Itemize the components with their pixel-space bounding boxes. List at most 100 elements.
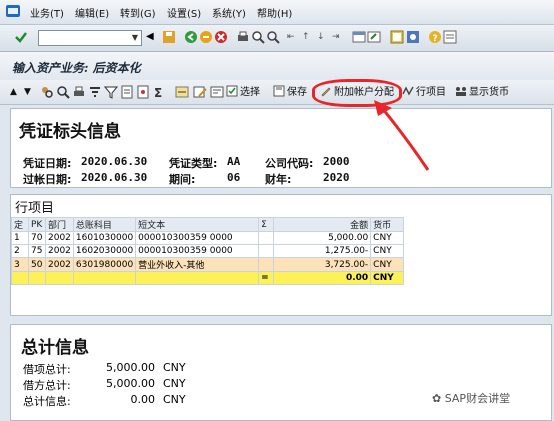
table-row-selected[interactable]: 3 50 2002 6301980000 营业外收入-其他 3,725.00- … (11, 257, 405, 272)
title-bar: 输入资产业务: 后资本化 (0, 52, 554, 80)
save-disk-icon[interactable] (162, 30, 176, 44)
enter-check-icon[interactable] (14, 30, 28, 44)
company-code-label: 公司代码: (265, 157, 314, 170)
document-icon[interactable] (120, 85, 134, 99)
shortcut-icon[interactable] (367, 30, 381, 44)
menu-item-settings[interactable]: 设置(S) (167, 5, 201, 20)
fiscal-year-label: 财年: (265, 173, 292, 186)
menu-item-goto[interactable]: 转到(G) (120, 5, 156, 20)
layout-icon[interactable] (390, 30, 404, 44)
credit-total-value: 5,000.00 (106, 377, 155, 390)
options-icon[interactable] (443, 30, 457, 44)
period-value[interactable]: 06 (227, 171, 240, 184)
col-header-amount[interactable]: 金额 (273, 217, 372, 232)
cell-empty (11, 271, 29, 285)
menu-item-edit[interactable]: 编辑(E) (75, 5, 109, 20)
save-button[interactable]: 保存 (273, 85, 307, 99)
new-session-icon[interactable] (352, 30, 366, 44)
credit-total-currency: CNY (163, 377, 186, 390)
cell-sigma (258, 257, 275, 272)
table-row[interactable]: 2 75 2002 1602030000 000010300359 0000 1… (11, 244, 405, 258)
cell-text: 营业外收入-其他 (135, 257, 260, 272)
edit-icon[interactable] (193, 85, 207, 99)
total-info-currency: CNY (163, 393, 186, 406)
sort-icon[interactable] (88, 85, 102, 99)
watermark: ✿ SAP财会讲堂 (432, 390, 510, 406)
cell-amount: 5,000.00 (273, 231, 372, 245)
cell-empty (135, 271, 260, 285)
next-page-icon[interactable]: ↓ (317, 30, 331, 44)
cell-empty (72, 271, 137, 285)
display-currency-button[interactable]: 显示货币 (455, 85, 509, 99)
customize-icon[interactable] (406, 30, 420, 44)
cell-dept: 2002 (45, 257, 74, 272)
total-sigma: = (258, 271, 275, 285)
totals-panel: 总计信息 借项总计: 5,000.00 CNY 借方总计: 5,000.00 C… (10, 324, 552, 421)
cell-sigma (258, 231, 275, 245)
col-header-currency[interactable]: 货币 (370, 217, 405, 232)
back-icon[interactable] (184, 30, 198, 44)
filter-search-icon[interactable] (56, 85, 70, 99)
last-page-icon[interactable]: ⇥ (332, 30, 346, 44)
back-arrow-icon[interactable]: ◀ (146, 30, 160, 44)
display-icon[interactable] (210, 85, 224, 99)
annotation-arrow-icon (374, 100, 430, 171)
cell-dept: 2002 (45, 231, 74, 245)
find-next-icon[interactable] (266, 30, 280, 44)
debit-total-value: 5,000.00 (106, 361, 155, 374)
debit-total-label: 借项总计: (23, 363, 71, 376)
exit-icon[interactable] (199, 30, 213, 44)
standard-toolbar: ▼ ◀ ⇤ ↑ ↓ ⇥ ? (0, 25, 554, 52)
line-items-table: 定 PK 部门 总账科目 短文本 Σ 金额 货币 1 70 2002 16010… (11, 217, 405, 285)
fiscal-year-value[interactable]: 2020 (323, 171, 350, 184)
sum-icon[interactable]: Σ (152, 85, 166, 99)
period-label: 期间: (169, 173, 196, 186)
print-preview-icon[interactable] (72, 85, 86, 99)
col-header-sigma[interactable]: Σ (258, 217, 275, 232)
command-field[interactable]: ▼ (38, 30, 142, 46)
select-button[interactable]: 选择 (226, 85, 260, 99)
first-page-icon[interactable]: ⇤ (287, 30, 301, 44)
chevron-down-icon[interactable]: ▼ (130, 32, 140, 44)
col-header-item[interactable]: 定 (11, 217, 29, 232)
menu-item-business[interactable]: 业务(T) (30, 5, 64, 20)
total-info-value: 0.00 (130, 393, 156, 406)
application-toolbar: ▲ ▼ Σ 选择 保存 附加帐户分配 行项目 显示货币 (0, 80, 554, 105)
simulate-icon[interactable] (175, 85, 189, 99)
table-header-row: 定 PK 部门 总账科目 短文本 Σ 金额 货币 (11, 217, 405, 232)
col-header-pk[interactable]: PK (28, 217, 46, 232)
cell-amount: 1,275.00- (273, 244, 372, 258)
col-header-gl[interactable]: 总账科目 (72, 217, 137, 232)
doc-type-value[interactable]: AA (227, 155, 240, 168)
line-items-title: 行项目 (15, 201, 55, 216)
post-date-value[interactable]: 2020.06.30 (81, 171, 147, 184)
scroll-down-icon[interactable]: ▼ (24, 85, 31, 99)
col-header-dept[interactable]: 部门 (45, 217, 74, 232)
cancel-icon[interactable] (214, 30, 228, 44)
filter-icon[interactable] (104, 85, 118, 99)
line-items-panel: 行项目 定 PK 部门 总账科目 短文本 Σ 金额 货币 1 70 2002 1… (10, 194, 552, 316)
table-row[interactable]: 1 70 2002 1601030000 000010300359 0000 5… (11, 231, 405, 245)
total-row: = 0.00 CNY (11, 271, 405, 285)
scroll-up-icon[interactable]: ▲ (10, 85, 17, 99)
cell-gl: 1601030000 (72, 231, 137, 245)
currency-icon (456, 87, 466, 96)
menu-item-system[interactable]: 系统(Y) (212, 5, 246, 20)
cell-dept: 2002 (45, 244, 74, 258)
find-icon[interactable] (251, 30, 265, 44)
cell-empty (45, 271, 74, 285)
select-icon (226, 85, 238, 97)
help-icon[interactable]: ? (428, 30, 442, 44)
print-icon[interactable] (236, 30, 250, 44)
company-code-value[interactable]: 2000 (323, 155, 350, 168)
post-date-label: 过帐日期: (23, 173, 72, 186)
cell-text: 000010300359 0000 (135, 244, 260, 258)
doc-date-value[interactable]: 2020.06.30 (81, 155, 147, 168)
details-icon[interactable] (136, 85, 150, 99)
cell-currency: CNY (370, 231, 405, 245)
wechat-icon: ✿ (432, 392, 442, 405)
col-header-text[interactable]: 短文本 (135, 217, 260, 232)
previous-page-icon[interactable]: ↑ (302, 30, 316, 44)
user-search-icon[interactable] (40, 85, 54, 99)
menu-item-help[interactable]: 帮助(H) (257, 5, 292, 20)
